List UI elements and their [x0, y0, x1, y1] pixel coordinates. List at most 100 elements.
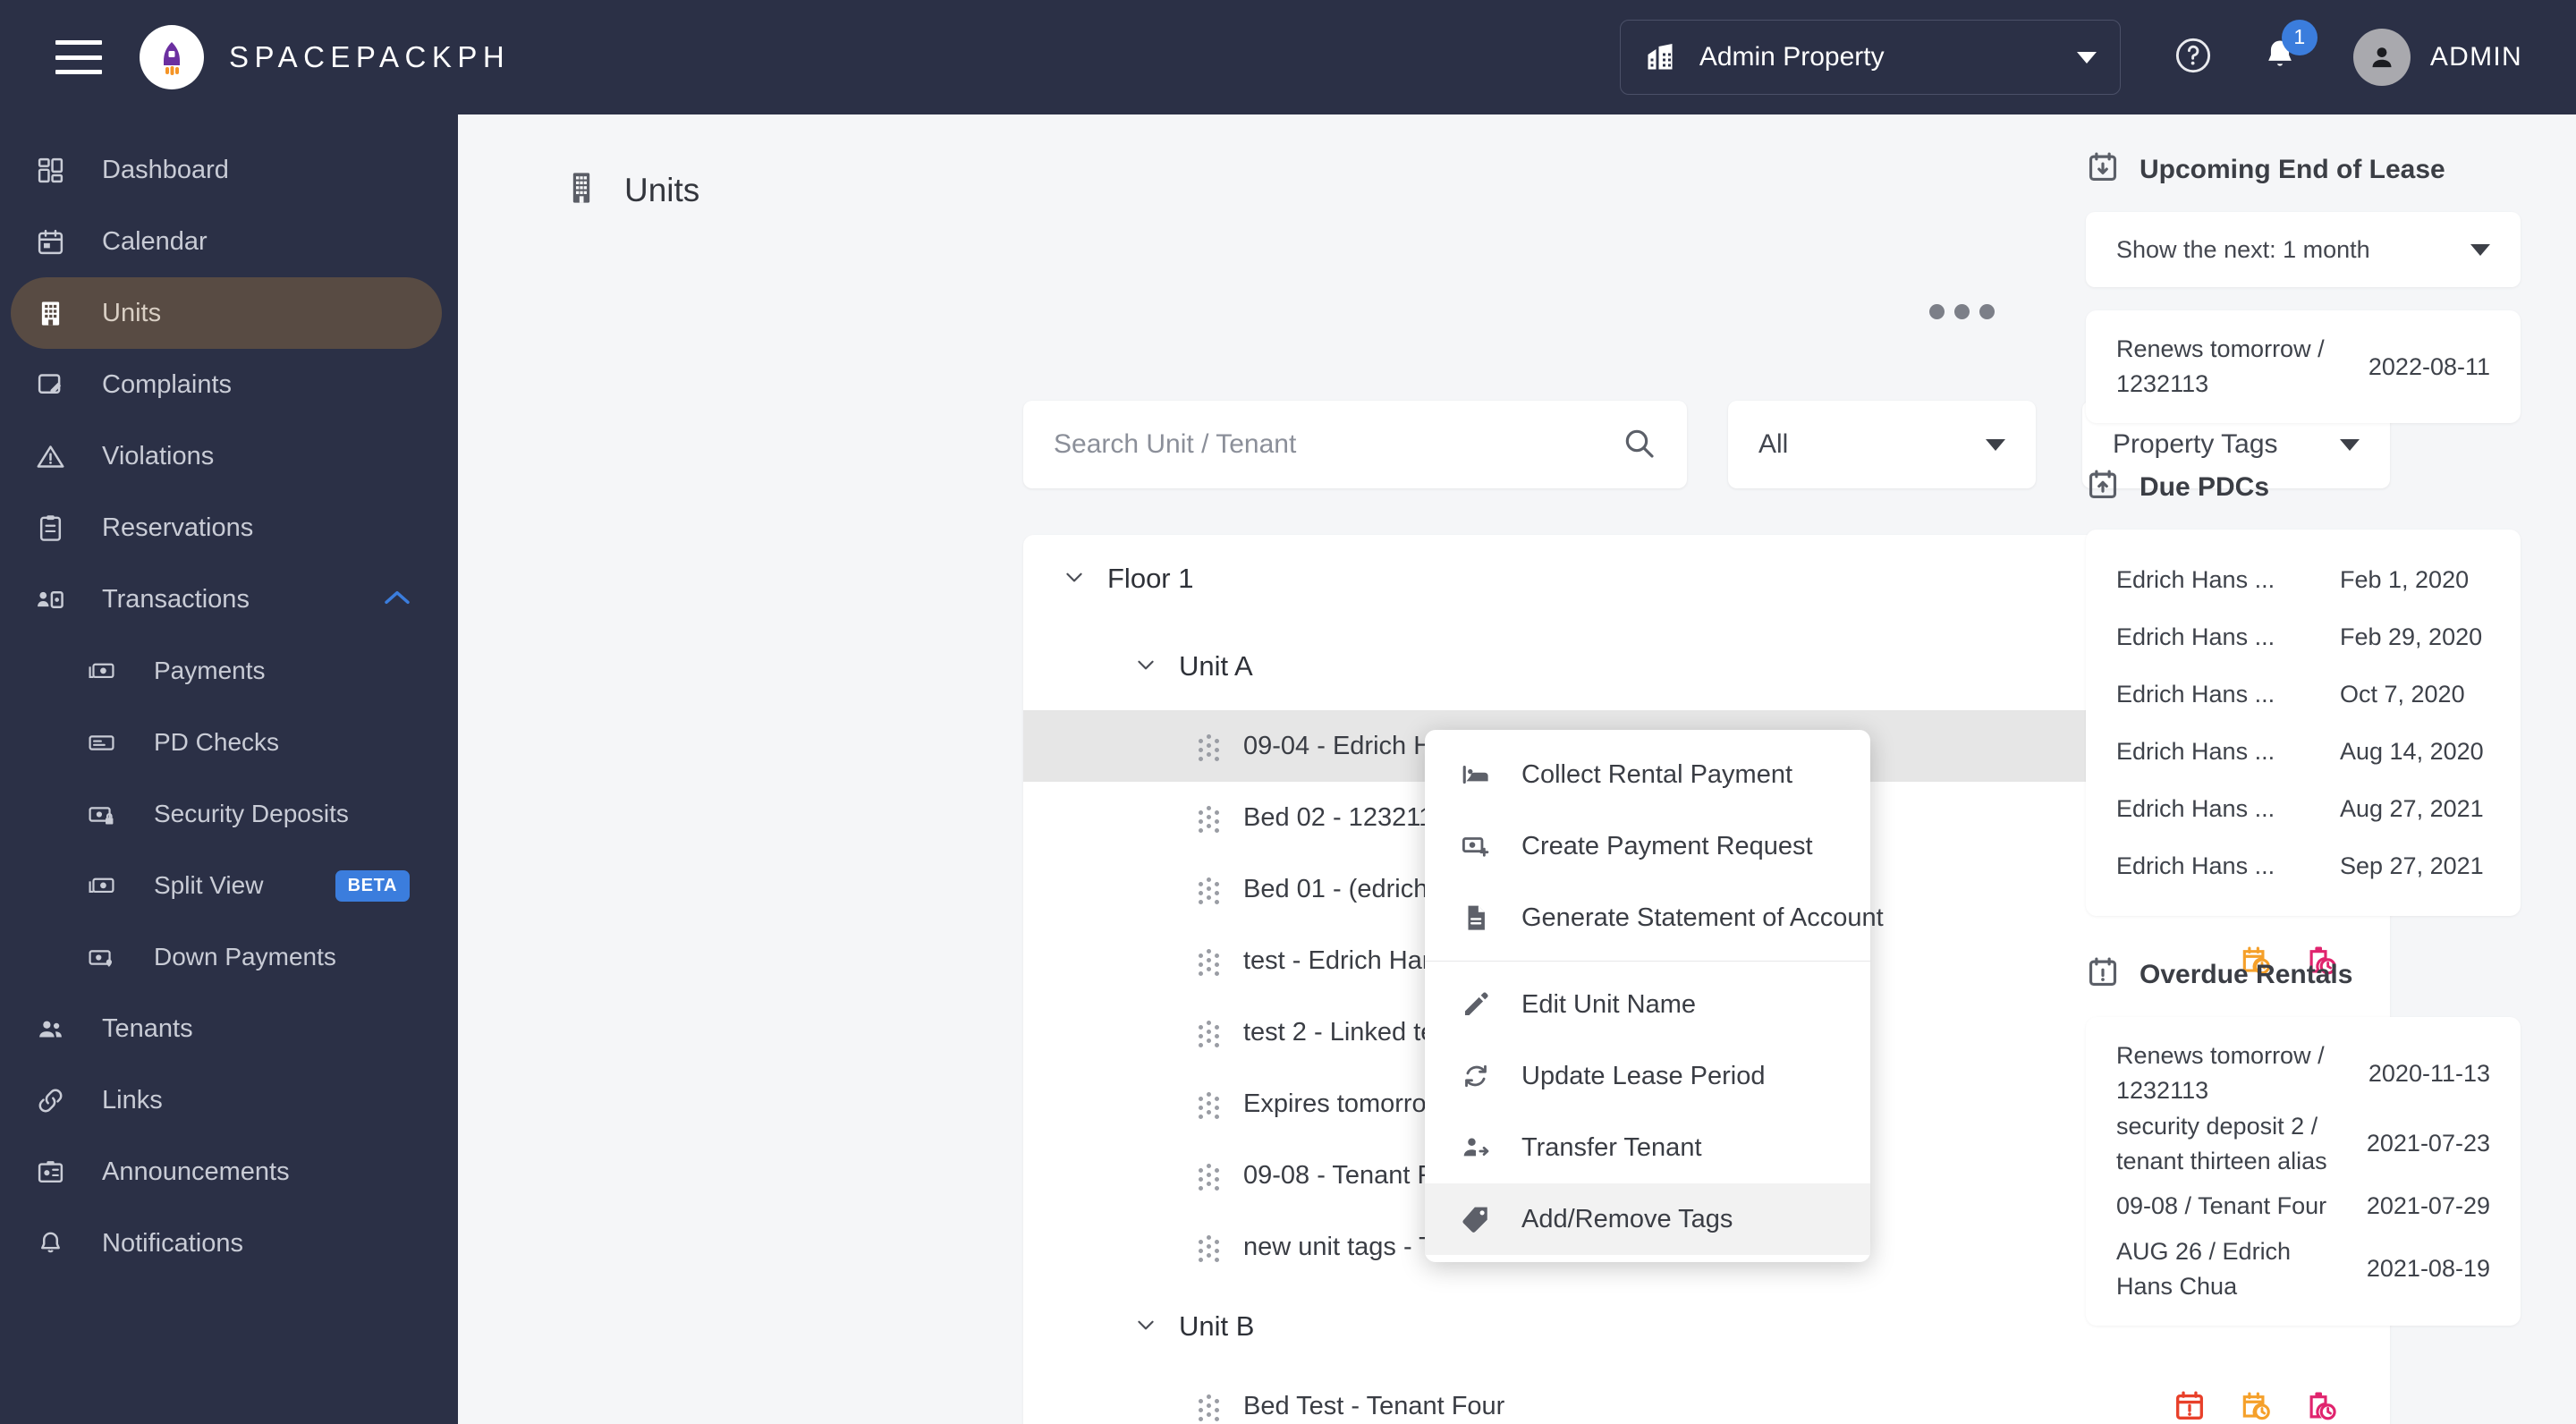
list-item[interactable]: security deposit 2 / tenant thirteen ali… [2116, 1109, 2490, 1179]
list-item-name: Edrich Hans ... [2116, 565, 2275, 593]
drag-handle[interactable] [1199, 1164, 1222, 1191]
sidebar-item-payments[interactable]: Payments [11, 635, 442, 707]
sidebar-item-dashboard[interactable]: Dashboard [11, 134, 442, 206]
drag-handle[interactable] [1199, 949, 1222, 976]
list-item[interactable]: Edrich Hans ... Feb 29, 2020 [2116, 608, 2490, 665]
list-item[interactable]: Edrich Hans ... Oct 7, 2020 [2116, 665, 2490, 723]
notifications-bell[interactable]: 1 [2260, 19, 2318, 80]
page-title: Units [624, 171, 700, 208]
menu-item-label: Create Payment Request [1521, 831, 1813, 860]
sidebar-item-label: Tenants [102, 1013, 193, 1043]
document-icon [1457, 903, 1495, 933]
list-item[interactable]: Edrich Hans ... Feb 1, 2020 [2116, 551, 2490, 608]
sidebar-item-links[interactable]: Links [11, 1064, 442, 1136]
app-root: SPACEPACKPH Admin Property 1 ADMIN Dashb… [0, 0, 2576, 1424]
list-item-date: 2021-07-29 [2366, 1192, 2490, 1220]
refresh-icon [1457, 1061, 1495, 1091]
list-item-date: 2020-11-13 [2368, 1059, 2490, 1087]
lease-range-select[interactable]: Show the next: 1 month [2086, 212, 2521, 287]
list-item[interactable]: Edrich Hans ... Aug 14, 2020 [2116, 723, 2490, 780]
list-item[interactable]: AUG 26 / Edrich Hans Chua 2021-08-19 [2116, 1234, 2490, 1304]
menu-item-label: Generate Statement of Account [1521, 903, 1884, 932]
list-item[interactable]: Renews tomorrow / 1232113 2020-11-13 [2116, 1038, 2490, 1108]
menu-item-generate-statement-of-account[interactable]: Generate Statement of Account [1425, 882, 1884, 954]
drag-handle[interactable] [1199, 1394, 1222, 1421]
search-input[interactable] [1054, 429, 1621, 460]
sidebar-item-down-payments[interactable]: Down Payments [11, 921, 442, 993]
sidebar-item-reservations[interactable]: Reservations [11, 492, 442, 564]
calendar-alert-icon [2086, 955, 2120, 994]
person-transfer-icon [1457, 1132, 1495, 1163]
person-icon [2372, 47, 2392, 68]
drag-handle[interactable] [1199, 1021, 1222, 1047]
sidebar-item-label: Units [102, 298, 162, 327]
drag-handle[interactable] [1199, 734, 1222, 761]
list-item-date: 2022-08-11 [2368, 352, 2490, 380]
sidebar-item-notifications[interactable]: Notifications [11, 1208, 442, 1279]
sidebar-item-split-view[interactable]: Split View BETA [11, 850, 442, 921]
overdue-list: Renews tomorrow / 1232113 2020-11-13 sec… [2086, 1017, 2521, 1327]
overdue-title: Overdue Rentals [2140, 959, 2353, 989]
list-item-name: Edrich Hans ... [2116, 794, 2275, 822]
list-item[interactable]: 09-08 / Tenant Four 2021-07-29 [2116, 1179, 2490, 1234]
sidebar-item-calendar[interactable]: Calendar [11, 206, 442, 277]
chevron-down-icon[interactable] [1063, 565, 1086, 593]
search-input-wrapper[interactable] [1023, 401, 1687, 488]
chevron-up-icon[interactable] [383, 589, 411, 611]
sidebar-item-pd-checks[interactable]: PD Checks [11, 707, 442, 778]
sidebar-item-units[interactable]: Units [11, 277, 442, 349]
unit-label: Unit A [1179, 650, 1253, 682]
sidebar-item-label: PD Checks [154, 728, 280, 756]
list-item-date: Aug 14, 2020 [2340, 737, 2484, 765]
sidebar-item-security-deposits[interactable]: Security Deposits [11, 778, 442, 850]
drag-handle[interactable] [1199, 1092, 1222, 1119]
sidebar-item-violations[interactable]: Violations [11, 420, 442, 492]
pencil-icon [1457, 989, 1495, 1020]
menu-item-create-payment-request[interactable]: Create Payment Request [1425, 810, 1870, 882]
menu-item-add-remove-tags[interactable]: Add/Remove Tags [1425, 1183, 1870, 1255]
drag-handle[interactable] [1199, 877, 1222, 904]
menu-item-label: Collect Rental Payment [1521, 759, 1793, 789]
list-item-date: Sep 27, 2021 [2340, 852, 2484, 879]
property-selector[interactable]: Admin Property [1619, 20, 2121, 95]
sidebar-item-tenants[interactable]: Tenants [11, 993, 442, 1064]
sidebar-item-label: Announcements [102, 1157, 290, 1186]
hamburger-icon[interactable] [55, 40, 102, 74]
list-item[interactable]: Edrich Hans ... Sep 27, 2021 [2116, 837, 2490, 894]
sidebar-item-label: Reservations [102, 513, 254, 542]
sidebar-item-complaints[interactable]: Complaints [11, 349, 442, 420]
search-icon[interactable] [1621, 425, 1657, 465]
sidebar-item-transactions[interactable]: Transactions [11, 564, 442, 635]
chevron-down-icon [2470, 243, 2490, 256]
menu-item-transfer-tenant[interactable]: Transfer Tenant [1425, 1112, 1870, 1183]
menu-item-label: Edit Unit Name [1521, 989, 1697, 1019]
help-icon[interactable] [2173, 35, 2214, 81]
unit-context-menu: Collect Rental Payment Create Payment Re… [1425, 730, 1884, 1262]
sidebar-item-label: Violations [102, 441, 215, 470]
user-name: ADMIN [2429, 42, 2522, 72]
sidebar-item-label: Security Deposits [154, 800, 349, 827]
floor-label: Floor 1 [1107, 563, 1194, 594]
list-item[interactable]: Renews tomorrow / 1232113 2022-08-11 [2116, 332, 2490, 402]
chevron-down-icon[interactable] [1134, 1313, 1157, 1341]
menu-item-update-lease-period[interactable]: Update Lease Period [1425, 1040, 1870, 1112]
drag-handle[interactable] [1199, 1235, 1222, 1262]
menu-item-edit-unit-name[interactable]: Edit Unit Name [1425, 969, 1870, 1040]
upcoming-end-of-lease-header: Upcoming End of Lease [2086, 150, 2521, 189]
menu-item-collect-rental-payment[interactable]: Collect Rental Payment [1425, 739, 1870, 810]
right-panel: Upcoming End of Lease Show the next: 1 m… [2030, 114, 2576, 1424]
sidebar-item-label: Calendar [102, 226, 208, 256]
more-horizontal-icon[interactable] [1929, 304, 1995, 319]
avatar[interactable] [2352, 29, 2411, 86]
sidebar-item-announcements[interactable]: Announcements [11, 1136, 442, 1208]
list-item-date: 2021-08-19 [2366, 1255, 2490, 1283]
chevron-down-icon [1986, 438, 2005, 451]
chevron-down-icon[interactable] [1134, 653, 1157, 681]
notification-badge: 1 [2281, 19, 2318, 55]
list-item-date: 2021-07-23 [2366, 1130, 2490, 1157]
menu-item-label: Update Lease Period [1521, 1061, 1766, 1090]
sidebar-item-label: Split View [154, 871, 264, 899]
list-item[interactable]: Edrich Hans ... Aug 27, 2021 [2116, 780, 2490, 837]
filter-all-select[interactable]: All [1728, 401, 2036, 488]
drag-handle[interactable] [1199, 806, 1222, 833]
